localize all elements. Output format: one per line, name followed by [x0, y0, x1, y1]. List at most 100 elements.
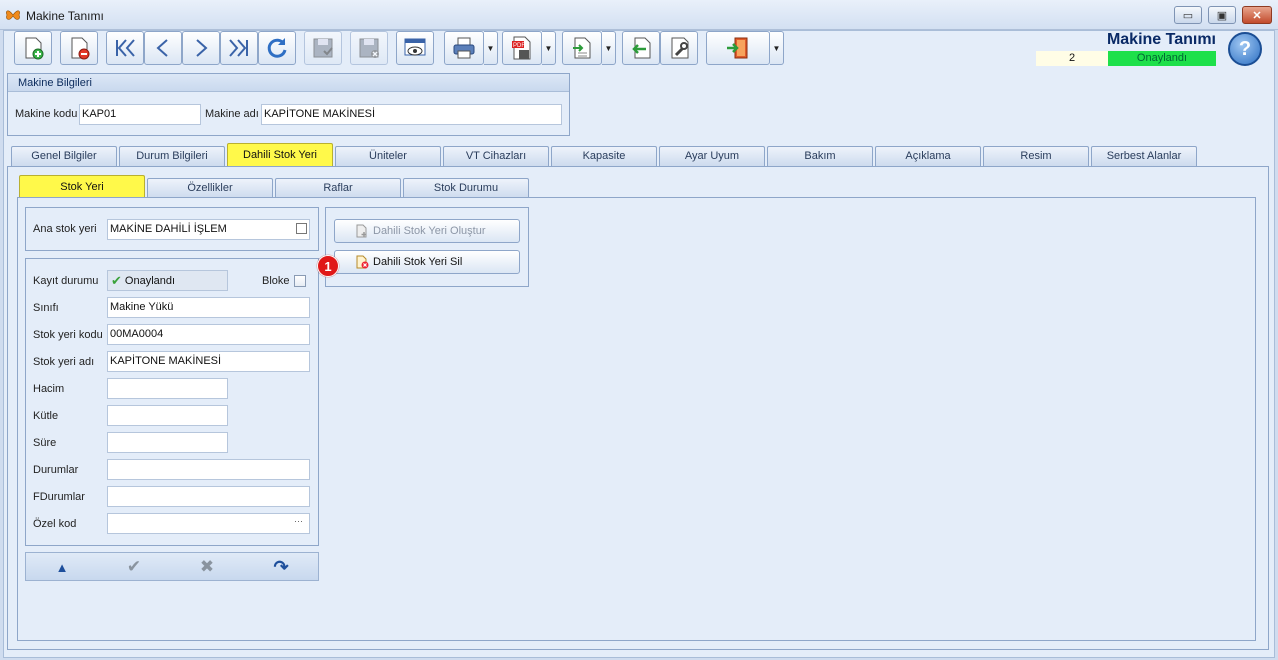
tab-durum-bilgileri[interactable]: Durum Bilgileri — [119, 146, 225, 166]
import-button[interactable] — [562, 31, 602, 65]
back-button[interactable] — [622, 31, 660, 65]
fstates-label: FDurumlar — [33, 491, 85, 503]
import-icon — [573, 37, 591, 59]
tab-vt-cihazlari[interactable]: VT Cihazları — [443, 146, 549, 166]
pdf-export-button[interactable]: PDF — [502, 31, 542, 65]
bloke-label: Bloke — [262, 275, 290, 287]
help-button[interactable]: ? — [1228, 32, 1262, 66]
butterfly-app-icon — [6, 10, 20, 20]
export-dropdown-button[interactable]: ▼ — [542, 31, 556, 65]
import-dropdown-button[interactable]: ▼ — [602, 31, 616, 65]
confirm-check-icon[interactable]: ✔ — [122, 557, 146, 577]
checkmark-icon: ✔ — [111, 272, 122, 288]
bloke-checkbox[interactable] — [294, 275, 306, 287]
save-button[interactable] — [304, 31, 342, 65]
tab-serbest-alanlar[interactable]: Serbest Alanlar — [1091, 146, 1197, 166]
tab-resim[interactable]: Resim — [983, 146, 1089, 166]
actions-group: Dahili Stok Yeri Oluştur Dahili Stok Yer… — [325, 207, 529, 287]
tab-dahili-stok-yeri[interactable]: Dahili Stok Yeri — [227, 143, 333, 167]
window-title: Makine Tanımı — [26, 9, 104, 23]
states-label: Durumlar — [33, 464, 79, 476]
record-status-field: ✔ Onaylandı — [107, 270, 228, 291]
machine-info-group: Makine Bilgileri Makine kodu KAP01 Makin… — [7, 73, 570, 136]
subtab-ozellikler[interactable]: Özellikler — [147, 178, 273, 198]
tab-ayar-uyum[interactable]: Ayar Uyum — [659, 146, 765, 166]
fstates-input[interactable] — [107, 486, 310, 507]
create-stock-location-button[interactable]: Dahili Stok Yeri Oluştur — [334, 219, 520, 243]
svg-text:PDF: PDF — [513, 43, 525, 49]
class-input[interactable]: Makine Yükü — [107, 297, 310, 318]
tab-kapasite[interactable]: Kapasite — [551, 146, 657, 166]
status-badge: Onaylandı — [1108, 51, 1216, 66]
refresh-icon — [267, 38, 287, 58]
back-icon — [632, 37, 651, 59]
stock-name-input[interactable]: KAPİTONE MAKİNESİ — [107, 351, 310, 372]
exit-door-icon — [727, 37, 748, 59]
main-stock-label: Ana stok yeri — [33, 223, 97, 235]
volume-input[interactable] — [107, 378, 228, 399]
stock-name-label: Stok yeri adı — [33, 356, 95, 368]
delete-stock-location-button[interactable]: Dahili Stok Yeri Sil — [334, 250, 520, 274]
tab-uniteler[interactable]: Üniteler — [335, 146, 441, 166]
preview-button[interactable] — [396, 31, 434, 65]
delete-record-button[interactable] — [60, 31, 98, 65]
print-dropdown-button[interactable]: ▼ — [484, 31, 498, 65]
lookup-icon[interactable] — [296, 223, 307, 234]
duration-input[interactable] — [107, 432, 228, 453]
title-bar: Makine Tanımı ▭ ▣ ✕ — [0, 0, 1278, 30]
close-button[interactable]: ✕ — [1242, 6, 1272, 24]
machine-code-label: Makine kodu — [15, 108, 78, 120]
new-record-icon — [25, 37, 44, 60]
refresh-button[interactable] — [258, 31, 296, 65]
tab-genel-bilgiler[interactable]: Genel Bilgiler — [11, 146, 117, 166]
tools-icon — [671, 37, 689, 59]
subtab-raflar[interactable]: Raflar — [275, 178, 401, 198]
next-record-icon — [196, 39, 208, 57]
print-button[interactable] — [444, 31, 484, 65]
record-number: 2 — [1036, 51, 1108, 66]
minimize-button[interactable]: ▭ — [1174, 6, 1202, 24]
create-stock-location-label: Dahili Stok Yeri Oluştur — [373, 225, 486, 237]
subtab-stok-durumu[interactable]: Stok Durumu — [403, 178, 529, 198]
subtab-stok-yeri[interactable]: Stok Yeri — [19, 175, 145, 199]
tab-bakim[interactable]: Bakım — [767, 146, 873, 166]
volume-label: Hacim — [33, 383, 65, 395]
print-icon — [453, 37, 475, 59]
next-record-button[interactable] — [182, 31, 220, 65]
up-arrow-icon[interactable]: ▲ — [50, 557, 74, 577]
first-record-button[interactable] — [106, 31, 144, 65]
delete-record-icon — [71, 37, 90, 60]
states-input[interactable] — [107, 459, 310, 480]
save-cancel-icon — [359, 38, 379, 58]
delete-doc-icon — [356, 255, 369, 269]
exit-dropdown-button[interactable]: ▼ — [770, 31, 784, 65]
tab-aciklama[interactable]: Açıklama — [875, 146, 981, 166]
save-cancel-button[interactable] — [350, 31, 388, 65]
previous-record-icon — [156, 39, 168, 57]
machine-name-label: Makine adı — [205, 108, 259, 120]
stock-code-input[interactable]: 00MA0004 — [107, 324, 310, 345]
redo-arrow-icon[interactable]: ↷ — [269, 557, 293, 577]
navigator-bar: ▲ ✔ ✖ ↷ — [25, 552, 319, 581]
special-code-input[interactable] — [107, 513, 310, 534]
main-stock-group: Ana stok yeri MAKİNE DAHİLİ İŞLEM — [25, 207, 319, 251]
preview-icon — [404, 38, 426, 56]
new-record-button[interactable] — [14, 31, 52, 65]
cancel-x-icon[interactable]: ✖ — [195, 557, 219, 577]
save-icon — [313, 38, 333, 58]
pdf-export-icon: PDF — [512, 36, 531, 60]
ellipsis-icon[interactable]: ··· — [294, 516, 303, 526]
duration-label: Süre — [33, 437, 57, 449]
last-record-button[interactable] — [220, 31, 258, 65]
previous-record-button[interactable] — [144, 31, 182, 65]
class-label: Sınıfı — [33, 302, 59, 314]
exit-button[interactable] — [706, 31, 770, 65]
restore-button[interactable]: ▣ — [1208, 6, 1236, 24]
machine-code-input[interactable]: KAP01 — [79, 104, 201, 125]
tools-button[interactable] — [660, 31, 698, 65]
machine-name-input[interactable]: KAPİTONE MAKİNESİ — [261, 104, 562, 125]
main-stock-input[interactable]: MAKİNE DAHİLİ İŞLEM — [107, 219, 310, 240]
mass-input[interactable] — [107, 405, 228, 426]
create-doc-icon — [356, 224, 367, 238]
step-badge: 1 — [317, 255, 339, 277]
